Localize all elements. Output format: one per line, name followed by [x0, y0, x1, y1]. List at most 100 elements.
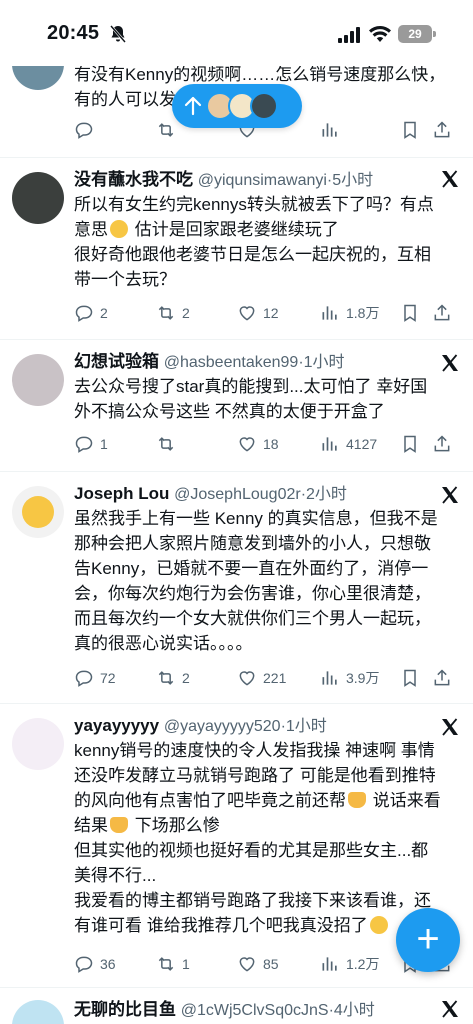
retweet-button[interactable]: 1 — [156, 952, 190, 976]
share-button[interactable] — [432, 432, 452, 456]
view-count: 1.8万 — [346, 305, 380, 321]
compose-button[interactable]: + — [396, 908, 460, 972]
reply-count: 36 — [100, 956, 116, 972]
bell-muted-icon — [110, 25, 126, 43]
reply-button[interactable]: 36 — [74, 952, 116, 976]
author-handle[interactable]: @yiqunsimawanyi — [198, 172, 327, 189]
cat-emoji — [110, 817, 128, 833]
status-bar: 20:45 29 — [0, 0, 473, 66]
bookmark-icon — [404, 435, 416, 453]
retweet-arrows-icon — [158, 123, 174, 137]
retweet-count: 1 — [182, 956, 190, 972]
speech-bubble-icon — [75, 436, 93, 453]
bar-chart-icon — [322, 437, 337, 451]
bar-chart-icon — [322, 671, 337, 685]
like-button[interactable]: 221 — [237, 666, 286, 690]
bar-chart-icon — [322, 957, 337, 971]
tweet-time[interactable]: ·2小时 — [301, 486, 347, 503]
tweet[interactable]: 无聊的比目鱼 @1cWj5ClvSq0cJnS·4小时 — [0, 988, 473, 1024]
avatar[interactable] — [12, 354, 64, 406]
speech-bubble-icon — [75, 956, 93, 973]
bookmark-button[interactable] — [400, 118, 420, 142]
share-button[interactable] — [432, 666, 452, 690]
plus-icon: + — [416, 917, 440, 961]
speech-bubble-icon — [75, 305, 93, 322]
heart-icon — [239, 671, 255, 686]
views-button[interactable]: 4127 — [320, 432, 377, 456]
tweet[interactable]: Joseph Lou @JosephLoug02r·2小时 虽然我手上有一些 K… — [0, 472, 473, 704]
retweet-button[interactable]: 2 — [156, 301, 190, 325]
like-button[interactable]: 12 — [237, 301, 279, 325]
views-button[interactable]: 1.8万 — [320, 301, 379, 325]
views-button[interactable]: 3.9万 — [320, 666, 379, 690]
author-name[interactable]: 没有蘸水我不吃 — [74, 170, 193, 189]
reply-button[interactable] — [74, 118, 100, 142]
bar-chart-icon — [322, 123, 337, 137]
share-button[interactable] — [432, 118, 452, 142]
bookmark-button[interactable] — [400, 666, 420, 690]
author-name[interactable]: 幻想试验箱 — [74, 352, 159, 371]
retweet-button[interactable]: 2 — [156, 666, 190, 690]
retweet-arrows-icon — [158, 306, 174, 320]
view-count: 1.2万 — [346, 956, 380, 972]
author-handle[interactable]: @JosephLoug02r — [174, 486, 301, 503]
heart-icon — [239, 957, 255, 972]
bar-chart-icon — [322, 306, 337, 320]
reply-button[interactable]: 2 — [74, 301, 108, 325]
retweet-button[interactable] — [156, 432, 182, 456]
reply-button[interactable]: 72 — [74, 666, 116, 690]
share-upload-icon — [434, 304, 450, 321]
like-count: 221 — [263, 670, 287, 686]
like-button[interactable]: 85 — [237, 952, 279, 976]
tweet-actions: 2 2 12 1.8万 — [74, 301, 461, 325]
author-handle[interactable]: @yayayyyyy520 — [164, 718, 281, 735]
cat-emoji — [348, 792, 366, 808]
avatar[interactable] — [12, 718, 64, 770]
bookmark-button[interactable] — [400, 432, 420, 456]
thinking-face-emoji — [22, 496, 54, 528]
retweet-arrows-icon — [158, 437, 174, 451]
retweet-arrows-icon — [158, 671, 174, 685]
new-posts-pill[interactable] — [172, 84, 302, 128]
reply-count: 1 — [100, 436, 108, 452]
tweet-header: yayayyyyy @yayayyyyy520·1小时 — [74, 714, 457, 738]
tweet[interactable]: 没有蘸水我不吃 @yiqunsimawanyi·5小时 所以有女生约完kenny… — [0, 158, 473, 340]
view-count: 4127 — [346, 436, 378, 452]
share-button[interactable] — [432, 301, 452, 325]
tweet-time[interactable]: ·5小时 — [327, 172, 373, 189]
avatar[interactable] — [12, 172, 64, 224]
avatar[interactable] — [12, 486, 64, 538]
tweet-actions: 1 18 4127 — [74, 432, 461, 456]
status-time: 20:45 — [47, 22, 100, 44]
avatar — [250, 92, 278, 120]
tweet[interactable]: 幻想试验箱 @hasbeentaken99·1小时 去公众号搜了star真的能搜… — [0, 340, 473, 472]
tweet-time[interactable]: ·1小时 — [298, 354, 344, 371]
tweet-time[interactable]: ·1小时 — [281, 718, 327, 735]
tweet-header: Joseph Lou @JosephLoug02r·2小时 — [74, 482, 457, 506]
share-upload-icon — [434, 435, 450, 452]
like-count: 12 — [263, 305, 279, 321]
author-handle[interactable]: @1cWj5ClvSq0cJnS — [181, 1002, 329, 1019]
author-name[interactable]: Joseph Lou — [74, 484, 169, 503]
retweet-arrows-icon — [158, 957, 174, 971]
like-count: 85 — [263, 956, 279, 972]
cellular-signal-icon — [338, 27, 360, 43]
heart-icon — [239, 306, 255, 321]
reply-button[interactable]: 1 — [74, 432, 108, 456]
tweet-text: 去公众号搜了star真的能搜到...太可怕了 幸好国 外不搞公众号这些 不然真的… — [74, 377, 428, 421]
like-button[interactable]: 18 — [237, 432, 279, 456]
tweet-actions: 72 2 221 3.9万 — [74, 666, 461, 690]
author-name[interactable]: 无聊的比目鱼 — [74, 1000, 176, 1019]
heart-icon — [239, 437, 255, 452]
views-button[interactable]: 1.2万 — [320, 952, 379, 976]
bookmark-button[interactable] — [400, 301, 420, 325]
face-emoji — [369, 916, 388, 934]
avatar[interactable] — [12, 1000, 64, 1024]
tweet-time[interactable]: ·4小时 — [329, 1002, 375, 1019]
author-handle[interactable]: @hasbeentaken99 — [164, 354, 299, 371]
speech-bubble-icon — [75, 122, 93, 139]
author-name[interactable]: yayayyyyy — [74, 716, 159, 735]
tweet-text: 虽然我手上有一些 Kenny 的真实信息，但我不是 那种会把人家照片随意发到墙外… — [74, 509, 438, 653]
views-button[interactable] — [320, 118, 346, 142]
arrow-up-icon — [184, 96, 202, 116]
